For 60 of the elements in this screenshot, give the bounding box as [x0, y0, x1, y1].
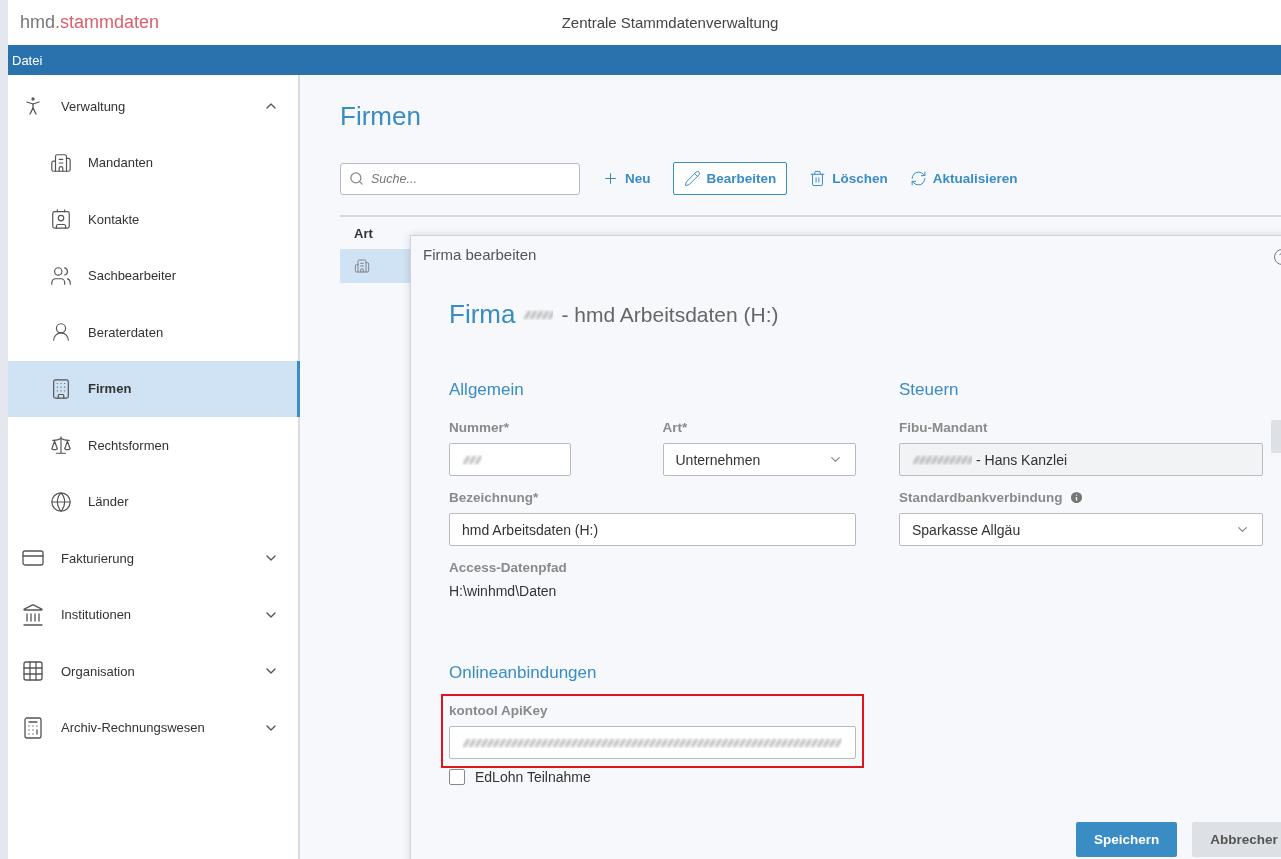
field-value: H:\winhmd\Daten: [449, 583, 558, 599]
company-name: - hmd Arbeitsdaten (H:): [561, 302, 779, 327]
scale-icon: [50, 434, 72, 457]
checkbox-label: EdLohn Teilnahme: [475, 769, 591, 785]
field-label: Standardbankverbindung: [899, 490, 1084, 505]
input-field[interactable]: - Hans Kanzlei: [899, 443, 1263, 476]
building-icon: [50, 377, 72, 400]
select-field[interactable]: Unternehmen: [662, 443, 856, 476]
sidebar-group[interactable]: Institutionen: [8, 586, 300, 643]
search-icon: [349, 170, 364, 186]
toolbar-button[interactable]: Bearbeiten: [672, 162, 788, 195]
field-label: kontool ApiKey: [449, 703, 548, 718]
sidebar-group[interactable]: Archiv-Rechnungswesen: [8, 699, 300, 756]
cancel-button[interactable]: Abbrecher: [1192, 822, 1281, 857]
sidebar-item[interactable]: Firmen: [8, 360, 300, 417]
app-logo: hmd.stammdaten: [20, 12, 160, 33]
refresh-icon: [909, 170, 927, 187]
toolbar-button[interactable]: Neu: [602, 162, 651, 195]
sidebar-item[interactable]: Sachbearbeiter: [8, 247, 300, 304]
plus-icon: [602, 170, 619, 187]
trash-icon: [809, 170, 827, 187]
dialog-title: Firma bearbeiten: [423, 246, 537, 263]
checkbox[interactable]: [449, 769, 465, 785]
sidebar-item[interactable]: Mandanten: [8, 134, 300, 191]
contact-card-icon: [50, 208, 72, 231]
dialog-heading: Firma: [449, 299, 516, 330]
save-button[interactable]: Speichern: [1076, 822, 1178, 857]
grid-icon: [21, 659, 45, 684]
sidebar-item[interactable]: Kontakte: [8, 191, 300, 248]
buildings-icon: [354, 258, 370, 274]
search-field[interactable]: Suche...: [340, 162, 580, 195]
field-label: Fibu-Mandant: [899, 420, 988, 435]
sidebar-group[interactable]: Organisation: [8, 643, 300, 700]
sidebar-item[interactable]: Rechtsformen: [8, 417, 300, 474]
user-icon: [50, 321, 72, 344]
sidebar-item[interactable]: Länder: [8, 473, 300, 530]
calculator-icon: [21, 715, 45, 740]
users-icon: [50, 264, 72, 287]
field-label: Bezeichnung*: [449, 490, 539, 505]
section-heading: Allgemein: [449, 380, 525, 400]
input-field[interactable]: hmd Arbeitsdaten (H:): [449, 513, 856, 546]
section-heading: Onlineanbindungen: [449, 663, 598, 683]
field-label: Access-Datenpfad: [449, 560, 567, 575]
field-label: Nummer*: [449, 420, 510, 435]
buildings-icon: [50, 151, 72, 174]
bank-icon: [21, 602, 45, 627]
menu-item[interactable]: Datei: [12, 52, 43, 68]
select-field[interactable]: Sparkasse Allgäu: [899, 513, 1263, 546]
globe-icon: [50, 490, 72, 513]
input-field[interactable]: [449, 726, 856, 759]
sidebar-item[interactable]: Beraterdaten: [8, 304, 300, 361]
sidebar-group[interactable]: Verwaltung: [8, 78, 300, 135]
window-title: Zentrale Stammdatenverwaltung: [560, 14, 780, 31]
field-label: Art*: [662, 420, 688, 435]
pencil-icon: [683, 170, 701, 187]
page-title: Firmen: [340, 101, 422, 132]
input-field[interactable]: [449, 443, 571, 476]
column-header: Art: [354, 225, 373, 241]
section-heading: Steuern: [899, 380, 960, 400]
sidebar-group[interactable]: Fakturierung: [8, 530, 300, 587]
